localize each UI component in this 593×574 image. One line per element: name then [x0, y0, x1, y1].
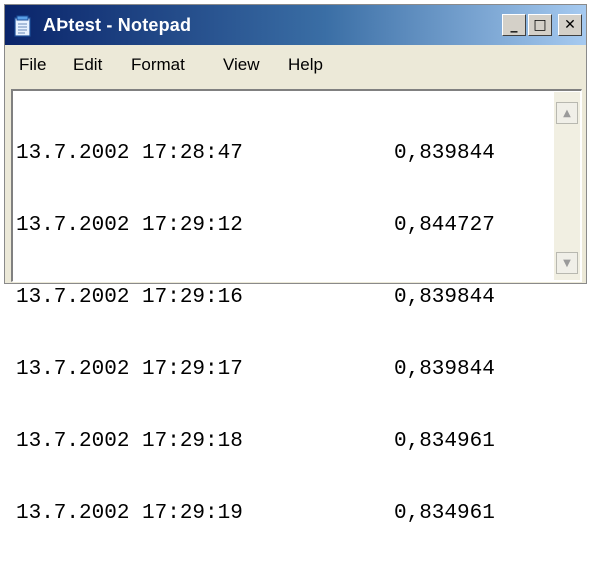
- menu-format[interactable]: Format: [131, 55, 185, 75]
- close-icon: ✕: [564, 17, 576, 33]
- arrow-down-icon: ▼: [563, 257, 571, 269]
- text-line: 13.7.2002 17:29:12 0,844727: [16, 214, 551, 238]
- menu-view-label: View: [223, 55, 260, 74]
- line-value: 0,834961: [394, 502, 495, 525]
- notepad-window: AÞtest - Notepad _ □ ✕ File Edit Format …: [4, 4, 587, 525]
- notepad-icon: [14, 15, 31, 37]
- line-datetime: 13.7.2002 17:29:12: [16, 214, 243, 237]
- line-datetime: 13.7.2002 17:29:17: [16, 358, 243, 381]
- vertical-scrollbar[interactable]: ▲ ▼: [554, 92, 580, 280]
- minimize-button[interactable]: _: [502, 14, 526, 36]
- menu-help[interactable]: Help: [288, 55, 323, 75]
- menu-view[interactable]: View: [223, 55, 260, 75]
- menu-file[interactable]: File: [19, 55, 46, 75]
- maximize-button[interactable]: □: [528, 14, 552, 36]
- text-editor[interactable]: 13.7.2002 17:28:47 0,839844 13.7.2002 17:…: [11, 89, 582, 525]
- menu-file-label: File: [19, 55, 47, 74]
- menu-format-label: Format: [131, 55, 185, 74]
- text-line: 13.7.2002 17:29:19 0,834961: [16, 502, 551, 526]
- line-datetime: 13.7.2002 17:29:19: [16, 502, 243, 525]
- editor-text[interactable]: 13.7.2002 17:28:47 0,839844 13.7.2002 17:…: [16, 94, 551, 525]
- line-value: 0,834961: [394, 430, 495, 453]
- scroll-down-button[interactable]: ▼: [556, 252, 578, 274]
- menu-edit-label: Edit: [73, 55, 103, 74]
- text-line: 13.7.2002 17:29:16 0,839844: [16, 286, 551, 310]
- scroll-up-button[interactable]: ▲: [556, 102, 578, 124]
- line-datetime: 13.7.2002 17:28:47: [16, 142, 243, 165]
- window-title: AÞtest - Notepad: [43, 15, 192, 35]
- line-value: 0,839844: [394, 286, 495, 309]
- arrow-up-icon: ▲: [563, 107, 571, 119]
- menu-edit[interactable]: Edit: [73, 55, 102, 75]
- line-datetime: 13.7.2002 17:29:18: [16, 430, 243, 453]
- line-datetime: 13.7.2002 17:29:16: [16, 286, 243, 309]
- minimize-icon: _: [510, 17, 518, 33]
- maximize-icon: □: [533, 17, 547, 33]
- line-value: 0,839844: [394, 142, 495, 165]
- line-value: 0,839844: [394, 358, 495, 381]
- title-bar[interactable]: AÞtest - Notepad _ □ ✕: [5, 5, 586, 45]
- line-value: 0,844727: [394, 214, 495, 237]
- close-button[interactable]: ✕: [558, 14, 582, 36]
- menu-help-label: Help: [288, 55, 323, 74]
- menu-bar: File Edit Format View Help: [5, 45, 586, 85]
- text-line: 13.7.2002 17:29:18 0,834961: [16, 430, 551, 454]
- text-line: 13.7.2002 17:29:17 0,839844: [16, 358, 551, 382]
- text-line: 13.7.2002 17:28:47 0,839844: [16, 142, 551, 166]
